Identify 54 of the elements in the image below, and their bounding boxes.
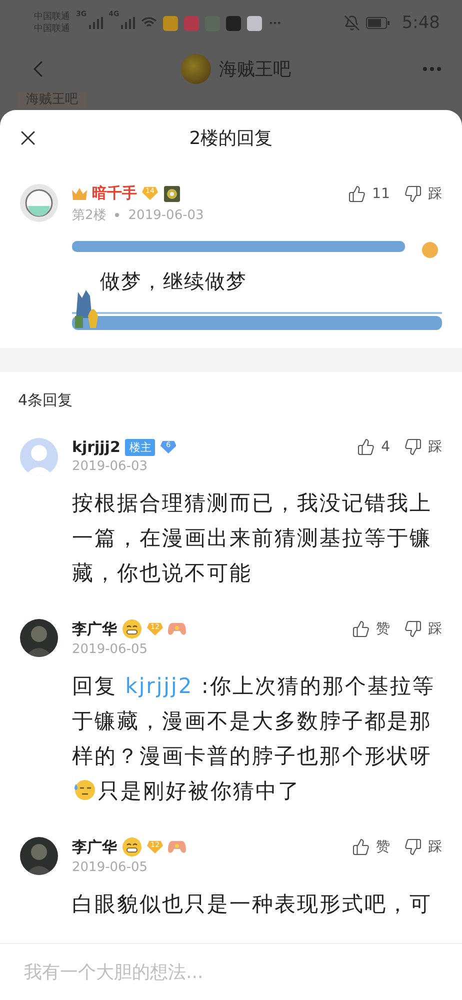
app-icon — [184, 16, 200, 30]
post-text: 做梦，继续做梦 — [100, 268, 247, 295]
reply-text: 按根据合理猜测而已，我没记错我上一篇，在漫画出来前猜测基拉等于镰藏，你也说不可能 — [72, 490, 433, 587]
forum-title: 海贼王吧 — [219, 58, 291, 81]
app-icon — [247, 16, 262, 30]
bell-off-icon — [344, 15, 360, 31]
dislike-button[interactable]: 踩 — [404, 620, 442, 638]
separator-dot — [115, 213, 120, 217]
user-avatar[interactable] — [20, 619, 58, 657]
like-button[interactable]: 赞 — [352, 620, 390, 638]
app-icon — [163, 16, 178, 30]
reply-text: 回复 kjrjjj2 :你上次猜的那个基拉等于镰藏，漫画不是大多数脖子都是那样的？漫画卡普的脖子也那个形状呀 只是刚好被你猜中了 — [72, 673, 436, 805]
like-button[interactable]: 赞 — [352, 838, 390, 856]
thumbs-up-icon — [352, 838, 370, 856]
op-badge: 楼主 — [125, 438, 156, 456]
thumbs-down-icon — [404, 438, 422, 456]
username[interactable]: 李广华 — [72, 838, 117, 856]
reply-date: 2019-06-05 — [72, 860, 149, 875]
grin-emoji-icon — [122, 837, 142, 857]
forum-logo — [181, 54, 211, 84]
battery-icon — [366, 17, 390, 29]
sheet-title: 2楼的回复 — [189, 127, 273, 150]
reply-text: 白眼貌似也只是一种表现形式吧，可 — [72, 891, 433, 918]
gamepad-icon — [168, 840, 186, 854]
thumbs-down-icon — [404, 620, 422, 638]
crown-icon — [72, 188, 87, 200]
sweat-emoji-icon — [72, 778, 96, 802]
reply-date: 2019-06-05 — [72, 642, 149, 657]
comment-field[interactable]: 我有一个大胆的想法... — [22, 960, 440, 984]
post-date: 2019-06-03 — [128, 208, 204, 222]
wifi-icon — [141, 17, 158, 29]
dislike-button[interactable]: 踩 — [404, 438, 442, 456]
username[interactable]: kjrjjj2 — [72, 438, 120, 456]
dislike-button[interactable]: 踩 — [404, 184, 442, 202]
grin-emoji-icon — [122, 619, 142, 639]
medal-icon — [163, 184, 181, 202]
thumbs-up-icon — [352, 620, 370, 638]
username[interactable]: 暗千手 — [92, 184, 137, 203]
user-avatar[interactable] — [20, 837, 58, 875]
app-icon — [226, 16, 242, 30]
reply-date: 2019-06-03 — [72, 459, 149, 474]
signal-icon — [88, 17, 103, 29]
thumbs-down-icon — [404, 838, 422, 856]
floor-label: 第2楼 — [72, 207, 106, 224]
reply-count: 4条回复 — [18, 390, 73, 410]
dislike-button[interactable]: 踩 — [404, 838, 442, 856]
like-button[interactable]: 4 — [357, 438, 390, 456]
thumbs-down-icon — [404, 184, 422, 202]
thumbs-up-icon — [348, 184, 366, 202]
like-button[interactable]: 11 — [348, 184, 390, 202]
thumbs-up-icon — [357, 438, 376, 456]
signal-icon — [121, 17, 136, 29]
username[interactable]: 李广华 — [72, 620, 117, 638]
gamepad-icon — [168, 622, 186, 636]
